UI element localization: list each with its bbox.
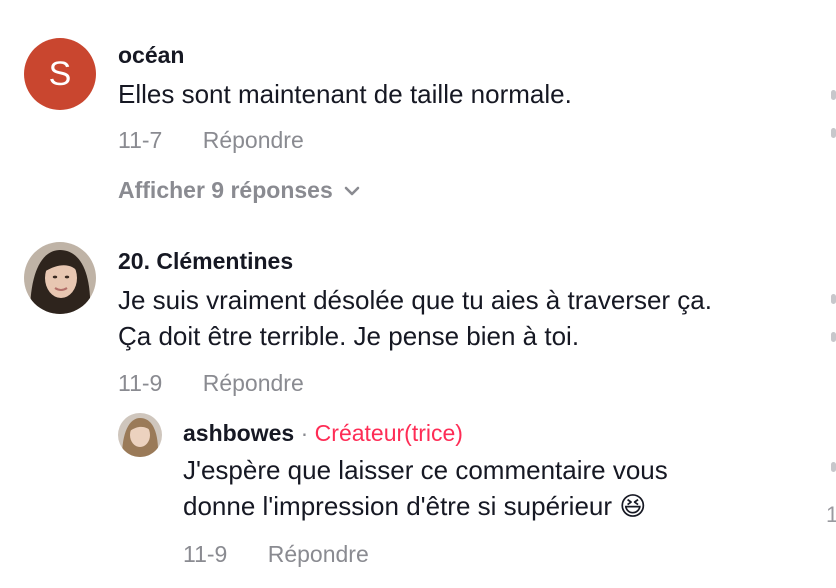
user-photo-icon	[118, 413, 162, 457]
reply-button[interactable]: Répondre	[268, 541, 369, 567]
like-icon-partial[interactable]	[831, 90, 836, 100]
comment-text-line-2: Ça doit être terrible. Je pense bien à t…	[118, 321, 580, 351]
avatar-letter: S	[48, 54, 72, 93]
like-count-partial	[831, 128, 836, 138]
reply-username[interactable]: ashbowes	[183, 420, 294, 446]
separator-dot: ·	[300, 420, 309, 446]
avatar[interactable]	[24, 242, 96, 314]
reply-button[interactable]: Répondre	[203, 127, 304, 153]
reply-text-line-1: J'espère que laisser ce commentaire vous	[183, 455, 668, 485]
comment-date: 11-9	[118, 370, 163, 396]
view-replies-label: Afficher 9 réponses	[118, 177, 333, 203]
comment-text-line-1: Je suis vraiment désolée que tu aies à t…	[118, 285, 712, 315]
reply-date: 11-9	[183, 541, 228, 567]
comment-text: Elles sont maintenant de taille normale.	[118, 79, 572, 109]
comment-date: 11-7	[118, 127, 163, 153]
reply-meta: 11-9 Répondre	[183, 541, 369, 568]
comment-meta: 11-9 Répondre	[118, 370, 304, 397]
like-count-partial	[831, 332, 836, 342]
reply-username-row: ashbowes · Créateur(trice)	[183, 420, 463, 447]
chevron-down-icon	[344, 186, 360, 195]
user-photo-icon	[24, 242, 96, 314]
comment-meta: 11-7 Répondre	[118, 127, 304, 154]
reply-button[interactable]: Répondre	[203, 370, 304, 396]
like-icon-partial[interactable]	[831, 462, 836, 472]
comment-username[interactable]: 20. Clémentines	[118, 248, 293, 275]
comment-username[interactable]: océan	[118, 42, 184, 69]
view-replies-button[interactable]: Afficher 9 réponses	[118, 177, 361, 204]
reply-text-line-2: donne l'impression d'être si supérieur 😆	[183, 491, 647, 521]
creator-badge: Créateur(trice)	[314, 420, 463, 446]
like-count-partial-text: 1	[826, 502, 836, 527]
like-icon-partial[interactable]	[831, 294, 836, 304]
reply-avatar[interactable]	[118, 413, 162, 457]
avatar[interactable]: S	[24, 38, 96, 110]
